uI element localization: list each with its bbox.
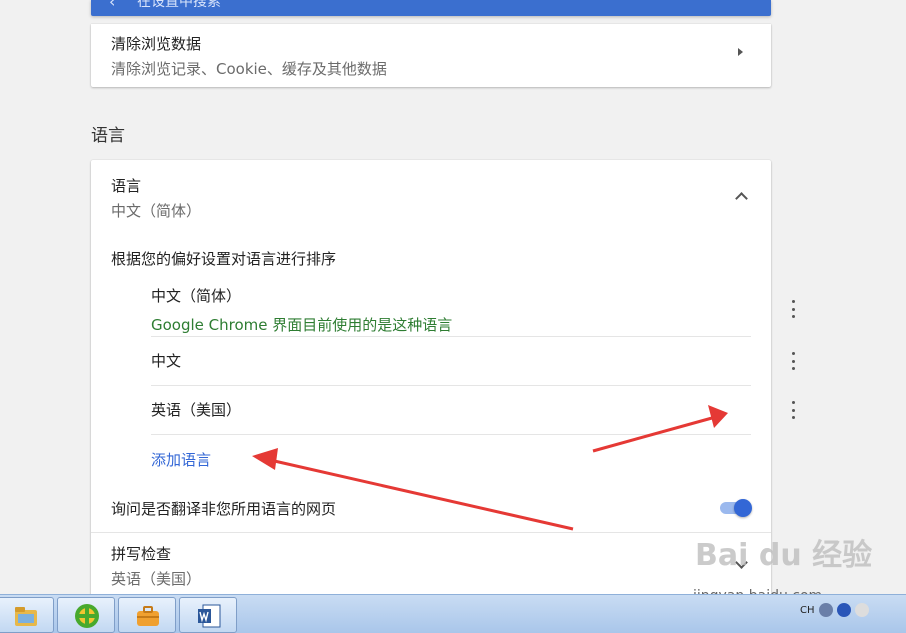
- language-ui-note: Google Chrome 界面目前使用的是这种语言: [151, 316, 453, 334]
- taskbar: CH: [0, 594, 906, 633]
- chevron-right-icon: [738, 48, 743, 56]
- toolbox-icon: [137, 606, 159, 626]
- taskbar-360[interactable]: [57, 597, 115, 633]
- language-name: 中文（简体）: [151, 287, 242, 305]
- translate-offer-label: 询问是否翻译非您所用语言的网页: [111, 500, 337, 518]
- 360-security-icon: [75, 604, 99, 628]
- clear-browsing-data-row[interactable]: 清除浏览数据 清除浏览记录、Cookie、缓存及其他数据: [91, 24, 771, 87]
- language-name: 中文: [151, 352, 182, 370]
- more-vert-icon[interactable]: [788, 300, 798, 318]
- add-language-link[interactable]: 添加语言: [151, 449, 211, 470]
- spellcheck-title: 拼写检查: [111, 545, 172, 563]
- spellcheck-language: 英语（美国）: [111, 570, 202, 588]
- word-icon: [198, 604, 221, 628]
- language-card: 语言 中文（简体） 根据您的偏好设置对语言进行排序 中文（简体） Google …: [91, 160, 795, 600]
- taskbar-word[interactable]: [179, 597, 237, 633]
- file-explorer-icon: [15, 607, 37, 626]
- back-arrow-icon[interactable]: ‹: [109, 0, 115, 11]
- ime-icon[interactable]: [818, 603, 833, 617]
- more-vert-icon[interactable]: [788, 352, 798, 370]
- search-placeholder: 在设置中搜索: [137, 0, 221, 10]
- chevron-up-icon[interactable]: [735, 192, 748, 205]
- section-heading-language: 语言: [91, 126, 125, 146]
- input-language[interactable]: CH: [800, 605, 815, 616]
- settings-search-bar[interactable]: ‹ 在设置中搜索: [91, 0, 771, 16]
- help-icon[interactable]: [836, 603, 851, 617]
- divider: [91, 532, 771, 533]
- language-item-zh-cn: 中文（简体） Google Chrome 界面目前使用的是这种语言: [151, 273, 795, 337]
- language-title: 语言: [111, 177, 142, 195]
- language-order-label: 根据您的偏好设置对语言进行排序: [111, 250, 337, 268]
- taskbar-explorer[interactable]: [0, 597, 54, 633]
- clear-data-subtitle: 清除浏览记录、Cookie、缓存及其他数据: [111, 60, 387, 78]
- taskbar-toolbox[interactable]: [118, 597, 176, 633]
- system-tray: CH: [800, 603, 869, 617]
- translate-toggle[interactable]: [720, 499, 752, 517]
- chevron-down-icon[interactable]: [735, 556, 748, 569]
- language-item-zh: 中文: [151, 337, 795, 386]
- toggle-knob: [734, 499, 752, 517]
- language-item-en-us: 英语（美国）: [151, 386, 795, 435]
- language-current: 中文（简体）: [111, 202, 202, 220]
- clear-data-title: 清除浏览数据: [111, 35, 202, 53]
- microphone-icon[interactable]: [854, 603, 869, 617]
- language-name: 英语（美国）: [151, 401, 242, 419]
- more-vert-icon[interactable]: [788, 401, 798, 419]
